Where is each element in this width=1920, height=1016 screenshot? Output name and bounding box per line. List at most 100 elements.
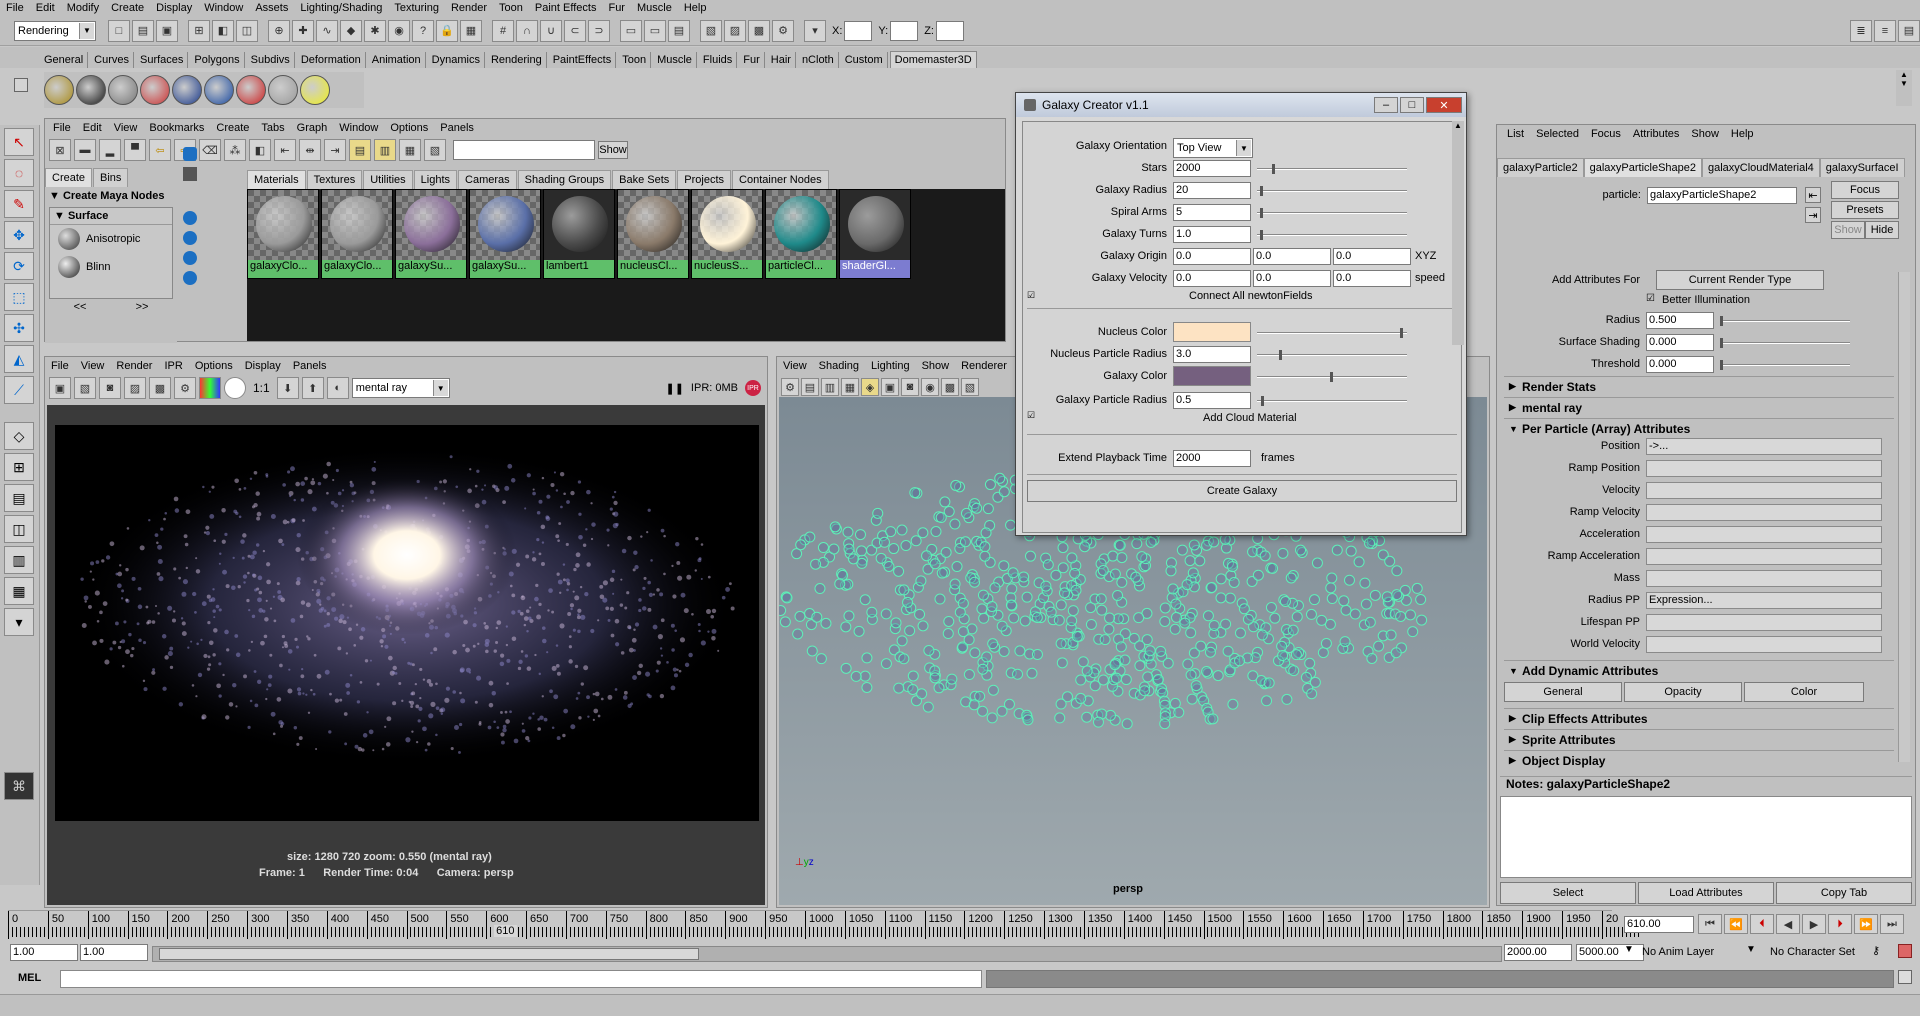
nucleus-radius-slider[interactable] [1257, 350, 1407, 360]
playback-field[interactable]: 2000 [1173, 450, 1251, 467]
load-attributes-button[interactable]: Load Attributes [1638, 882, 1774, 904]
2d-pan-zoom-icon[interactable]: ▦ [841, 378, 859, 396]
outliner-layout-icon[interactable]: ▥ [4, 546, 34, 574]
domemaster-icon[interactable] [44, 75, 74, 105]
radius-field[interactable]: 0.500 [1646, 312, 1714, 329]
remove-image-icon[interactable]: ⬆ [301, 377, 324, 399]
material-swatch[interactable]: particleCl... [765, 189, 837, 279]
shelf-tab-painteffects[interactable]: PaintEffects [549, 52, 617, 68]
start-time-field[interactable]: 1.00 [10, 944, 78, 961]
input-mode-icon[interactable]: ▾ [804, 19, 826, 42]
shelf-tab-ncloth[interactable]: nCloth [798, 52, 839, 68]
vp-menu-lighting[interactable]: Lighting [865, 360, 916, 372]
time-slider[interactable]: 0 50 100 150 200 250 300 350 400 450 500 550 600 650 7… [8, 910, 1639, 940]
slider-knob[interactable] [1720, 360, 1723, 370]
graph-icon[interactable]: ⊠ [49, 139, 71, 161]
rv-menu-options[interactable]: Options [189, 360, 239, 372]
checker-icon[interactable] [108, 75, 138, 105]
swatch-list-icon[interactable]: ▥ [374, 139, 396, 161]
select-by-dynamic-icon[interactable]: ◉ [388, 19, 410, 42]
hs-tab-materials[interactable]: Materials [247, 170, 306, 189]
general-button[interactable]: General [1504, 682, 1622, 702]
menu-set-dropdown[interactable]: Rendering ▼ [14, 20, 96, 41]
select-button[interactable]: Select [1500, 882, 1636, 904]
construction-history-icon[interactable]: ▤ [668, 19, 690, 42]
bottom-tabs-only-icon[interactable]: ▂ [99, 139, 121, 161]
red-sphere-icon[interactable] [236, 75, 266, 105]
shelf-tab-deformation[interactable]: Deformation [297, 52, 366, 68]
ae-menu-attributes[interactable]: Attributes [1627, 128, 1685, 140]
go-to-start-icon[interactable]: ⏮ [1698, 914, 1722, 934]
scale-tool-icon[interactable]: ⬚ [4, 283, 34, 311]
hs-tab-utilities[interactable]: Utilities [363, 170, 413, 189]
close-icon[interactable]: ✕ [1426, 97, 1462, 113]
shelf-tab-domemaster3d[interactable]: Domemaster3D [889, 51, 977, 68]
material-swatch[interactable]: galaxyClo... [321, 189, 393, 279]
menu-modify[interactable]: Modify [61, 2, 105, 14]
hs-menu-bookmarks[interactable]: Bookmarks [143, 122, 210, 134]
notes-textarea[interactable] [1500, 796, 1912, 878]
select-object-icon[interactable]: ◧ [212, 19, 234, 42]
menu-edit[interactable]: Edit [30, 2, 61, 14]
playback-start-field[interactable]: 1.00 [80, 944, 148, 961]
play-forwards-icon[interactable]: ▶ [1802, 914, 1826, 934]
alpha-channel-icon[interactable] [224, 377, 246, 399]
better-illumination-checkbox[interactable]: ☑ [1646, 293, 1655, 304]
sphere-icon[interactable] [183, 211, 197, 225]
renderer-dropdown[interactable]: mental ray ▼ [351, 378, 450, 398]
snap-grid-icon[interactable]: # [492, 19, 514, 42]
go-to-end-icon[interactable]: ⏭ [1880, 914, 1904, 934]
sun-icon[interactable] [300, 75, 330, 105]
create-tab-icon[interactable] [183, 147, 197, 161]
select-by-curve-icon[interactable]: ∿ [316, 19, 338, 42]
menu-file[interactable]: File [0, 2, 30, 14]
ae-menu-show[interactable]: Show [1685, 128, 1725, 140]
y-field[interactable] [890, 20, 919, 41]
hypershade-search-input[interactable] [453, 140, 595, 160]
cloud-checkbox[interactable]: ☑ [1027, 410, 1035, 421]
velocity-y-field[interactable]: 0.0 [1253, 270, 1331, 287]
redo-render-icon[interactable]: ▣ [49, 377, 71, 399]
pause-icon[interactable]: ❚❚ [665, 382, 683, 395]
origin-z-field[interactable]: 0.0 [1333, 248, 1411, 265]
hs-tab-container-nodes[interactable]: Container Nodes [732, 170, 829, 189]
rv-menu-panels[interactable]: Panels [287, 360, 333, 372]
refresh-ipr-icon[interactable]: ▩ [149, 377, 171, 399]
smooth-shade-icon[interactable]: ▣ [881, 378, 899, 396]
hs-tab-projects[interactable]: Projects [677, 170, 732, 189]
ae-tab-galaxysurfacei[interactable]: galaxySurfaceI [1819, 158, 1905, 177]
latlong-icon[interactable] [76, 75, 106, 105]
material-swatch[interactable]: lambert1 [543, 189, 615, 279]
pp-row-field[interactable] [1646, 504, 1882, 521]
snap-curve-icon[interactable]: ∩ [516, 19, 538, 42]
pp-row-field[interactable] [1646, 614, 1882, 631]
material-swatch[interactable]: galaxyClo... [247, 189, 319, 279]
ae-menu-selected[interactable]: Selected [1530, 128, 1585, 140]
rv-menu-display[interactable]: Display [239, 360, 287, 372]
pp-row-field[interactable] [1646, 482, 1882, 499]
wireframe-icon[interactable]: ◈ [861, 378, 879, 396]
camera-attributes-icon[interactable]: ⚙ [781, 378, 799, 396]
shelf-tab-muscle[interactable]: Muscle [653, 52, 697, 68]
ipr-render-icon[interactable]: ▨ [124, 377, 146, 399]
swatch-small-icon[interactable]: ▧ [424, 139, 446, 161]
surface-shading-field[interactable]: 0.000 [1646, 334, 1714, 351]
hs-menu-edit[interactable]: Edit [77, 122, 108, 134]
velocity-x-field[interactable]: 0.0 [1173, 270, 1251, 287]
surface-header[interactable]: ▼ Surface [50, 208, 172, 225]
sphere-icon[interactable] [183, 271, 197, 285]
ae-tab-galaxyparticle2[interactable]: galaxyParticle2 [1497, 158, 1584, 177]
maximize-icon[interactable]: □ [1400, 97, 1424, 113]
section-per-particle[interactable]: ▼ Per Particle (Array) Attributes [1504, 418, 1894, 438]
ipr-badge-icon[interactable]: IPR [745, 380, 761, 396]
pp-row-field[interactable] [1646, 570, 1882, 587]
select-component-icon[interactable]: ◫ [236, 19, 258, 42]
hs-menu-tabs[interactable]: Tabs [255, 122, 290, 134]
create-galaxy-button[interactable]: Create Galaxy [1027, 480, 1457, 502]
shelf-tab-toon[interactable]: Toon [618, 52, 652, 68]
pp-row-field[interactable] [1646, 460, 1882, 477]
render-settings-icon[interactable]: ⚙ [772, 19, 794, 42]
shelf-tab-polygons[interactable]: Polygons [190, 52, 245, 68]
rv-menu-ipr[interactable]: IPR [158, 360, 188, 372]
select-by-joint-icon[interactable]: ✚ [292, 19, 314, 42]
